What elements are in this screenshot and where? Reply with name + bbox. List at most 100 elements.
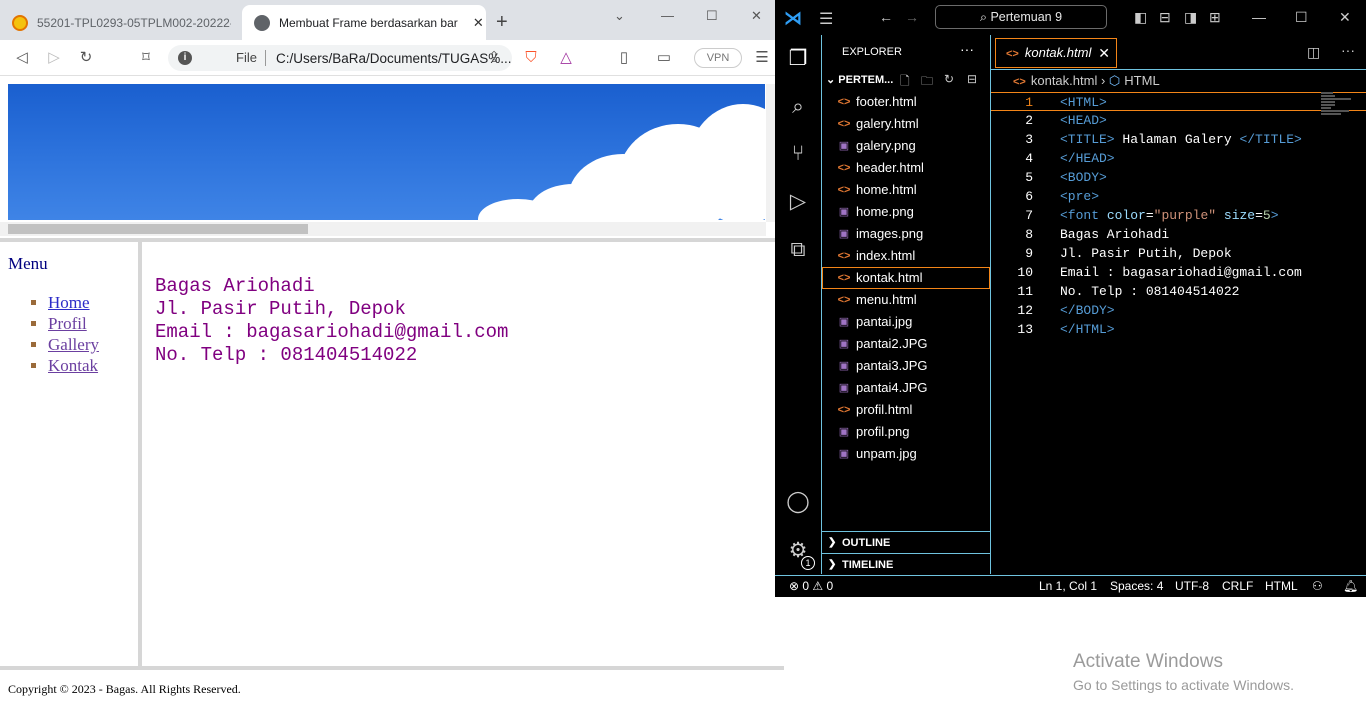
scrollbar-thumb[interactable]: [8, 224, 308, 234]
horizontal-scrollbar[interactable]: [0, 222, 766, 236]
file-item[interactable]: <> kontak.html: [822, 267, 990, 289]
editor-group: <> kontak.html ✕ ◫ ··· <> kontak.html › ⬡ H…: [991, 35, 1366, 574]
breadcrumb-file[interactable]: kontak.html: [1031, 73, 1097, 88]
file-item[interactable]: ▣ galery.png: [822, 135, 990, 157]
problems-status[interactable]: ⊗ 0 ⚠ 0: [789, 576, 833, 597]
code-token: Email : bagasariohadi@gmail.com: [1060, 265, 1302, 280]
explorer-icon[interactable]: ❐: [786, 47, 810, 71]
menu-link-home[interactable]: Home: [48, 293, 90, 312]
language-mode[interactable]: HTML: [1265, 576, 1298, 597]
feedback-icon[interactable]: ⚇: [1312, 576, 1323, 597]
toggle-primary-sidebar-icon[interactable]: ◧: [1134, 9, 1147, 26]
notifications-bell-icon[interactable]: 🔔︎: [1343, 576, 1358, 597]
file-item[interactable]: <> galery.html: [822, 113, 990, 135]
forward-icon[interactable]: ▷: [44, 48, 64, 68]
sidebar-toggle-icon[interactable]: ▯: [614, 48, 634, 68]
file-item[interactable]: ▣ pantai4.JPG: [822, 377, 990, 399]
share-icon[interactable]: ⇪: [484, 48, 504, 68]
close-tab-icon[interactable]: ✕: [1098, 39, 1110, 67]
file-item[interactable]: ▣ pantai.jpg: [822, 311, 990, 333]
site-info-icon[interactable]: i: [178, 51, 192, 65]
close-window-icon[interactable]: ✕: [1339, 9, 1351, 26]
menu-icon[interactable]: ☰: [752, 48, 772, 68]
new-file-icon[interactable]: 🗋: [900, 72, 910, 93]
code-token: <pre>: [1060, 189, 1100, 204]
file-item[interactable]: <> header.html: [822, 157, 990, 179]
menu-link-profil[interactable]: Profil: [48, 314, 87, 333]
reload-icon[interactable]: ↻: [76, 48, 96, 68]
bookmark-icon[interactable]: ⌑: [136, 48, 156, 68]
chevron-down-icon: ⌄: [826, 74, 839, 86]
code-token: "purple": [1153, 208, 1217, 223]
new-tab-button[interactable]: +: [496, 12, 508, 32]
back-icon[interactable]: ◁: [12, 48, 32, 68]
tab-close-icon[interactable]: ✕: [471, 15, 486, 31]
editor-tab-kontak[interactable]: <> kontak.html ✕: [995, 38, 1117, 68]
url-text[interactable]: C:/Users/BaRa/Documents/TUGAS%...: [276, 51, 512, 66]
eol-status[interactable]: CRLF: [1222, 576, 1253, 597]
workspace-folder[interactable]: ⌄ PERTEM...: [826, 73, 893, 86]
toggle-secondary-sidebar-icon[interactable]: ◨: [1184, 9, 1197, 26]
extensions-icon[interactable]: ⧉: [786, 238, 810, 262]
indentation-status[interactable]: Spaces: 4: [1110, 576, 1163, 597]
file-name: galery.html: [856, 116, 919, 131]
account-icon[interactable]: ◯: [786, 490, 810, 514]
split-editor-icon[interactable]: ◫: [1307, 44, 1320, 61]
image-file-icon: ▣: [838, 382, 850, 394]
outline-section[interactable]: ❯ OUTLINE: [822, 531, 990, 553]
encoding-status[interactable]: UTF-8: [1175, 576, 1209, 597]
minimize-icon[interactable]: —: [1252, 9, 1266, 25]
menu-link-gallery[interactable]: Gallery: [48, 335, 99, 354]
file-item[interactable]: <> menu.html: [822, 289, 990, 311]
vpn-button[interactable]: VPN: [694, 48, 742, 68]
nav-back-icon[interactable]: ←: [879, 9, 893, 25]
new-folder-icon[interactable]: 🗀: [921, 72, 933, 93]
search-icon[interactable]: ⌕: [786, 95, 810, 119]
code-line: 10 Email : bagasariohadi@gmail.com: [991, 263, 1366, 282]
browser-tab-2[interactable]: Membuat Frame berdasarkan bar ✕: [242, 5, 486, 40]
brave-shield-icon[interactable]: ⛉: [521, 48, 541, 68]
file-item[interactable]: ▣ images.png: [822, 223, 990, 245]
address-bar[interactable]: i File C:/Users/BaRa/Documents/TUGAS%...: [168, 45, 512, 71]
brave-rewards-icon[interactable]: △: [556, 48, 576, 68]
breadcrumb: <> kontak.html › ⬡ HTML: [1013, 73, 1160, 89]
toggle-panel-icon[interactable]: ⊟: [1159, 9, 1171, 26]
browser-tab-1[interactable]: 55201-TPL0293-05TPLM002-20222-: D: [0, 5, 238, 40]
file-item[interactable]: ▣ pantai3.JPG: [822, 355, 990, 377]
code-line: 7 <font color="purple" size=5>: [991, 206, 1366, 225]
menu-link-kontak[interactable]: Kontak: [48, 356, 98, 375]
explorer-sidebar: EXPLORER ··· ⌄ PERTEM... 🗋 🗀 ↻ ⊟ <> foote…: [821, 35, 991, 574]
maximize-icon[interactable]: ☐: [706, 8, 718, 24]
timeline-section[interactable]: ❯ TIMELINE: [822, 553, 990, 575]
file-name: unpam.jpg: [856, 446, 917, 461]
file-item[interactable]: <> index.html: [822, 245, 990, 267]
tab-title: Membuat Frame berdasarkan bar: [279, 15, 458, 30]
minimize-icon[interactable]: —: [661, 8, 674, 23]
command-center[interactable]: ⌕ Pertemuan 9: [935, 5, 1107, 29]
file-item[interactable]: <> profil.html: [822, 399, 990, 421]
file-item[interactable]: <> home.html: [822, 179, 990, 201]
wallet-icon[interactable]: ▭: [654, 48, 674, 68]
file-item[interactable]: ▣ home.png: [822, 201, 990, 223]
breadcrumb-symbol[interactable]: HTML: [1124, 73, 1159, 88]
vscode-window: ⋊ ☰ ← → ⌕ Pertemuan 9 ◧ ⊟ ◨ ⊞ — ☐ ✕ ❐ ⌕ …: [775, 0, 1366, 597]
code-editor[interactable]: 1 <HTML> 2 <HEAD> 3 <TITLE> Halaman Galery </…: [991, 92, 1366, 339]
tab-search-chevron-icon[interactable]: ⌄: [614, 8, 625, 24]
minimap[interactable]: [1321, 92, 1355, 120]
close-window-icon[interactable]: ✕: [751, 8, 762, 24]
file-item[interactable]: ▣ profil.png: [822, 421, 990, 443]
more-actions-icon[interactable]: ···: [960, 41, 974, 57]
collapse-all-icon[interactable]: ⊟: [967, 72, 977, 86]
file-item[interactable]: <> footer.html: [822, 91, 990, 113]
maximize-icon[interactable]: ☐: [1295, 9, 1308, 26]
cursor-position[interactable]: Ln 1, Col 1: [1039, 576, 1097, 597]
hamburger-menu-icon[interactable]: ☰: [819, 9, 833, 29]
more-actions-icon[interactable]: ···: [1341, 42, 1355, 58]
refresh-icon[interactable]: ↻: [944, 72, 954, 86]
nav-forward-icon[interactable]: →: [905, 9, 919, 25]
file-item[interactable]: ▣ pantai2.JPG: [822, 333, 990, 355]
run-debug-icon[interactable]: ▷: [786, 190, 810, 214]
file-item[interactable]: ▣ unpam.jpg: [822, 443, 990, 465]
customize-layout-icon[interactable]: ⊞: [1209, 9, 1221, 26]
source-control-icon[interactable]: ⑂: [786, 142, 810, 166]
